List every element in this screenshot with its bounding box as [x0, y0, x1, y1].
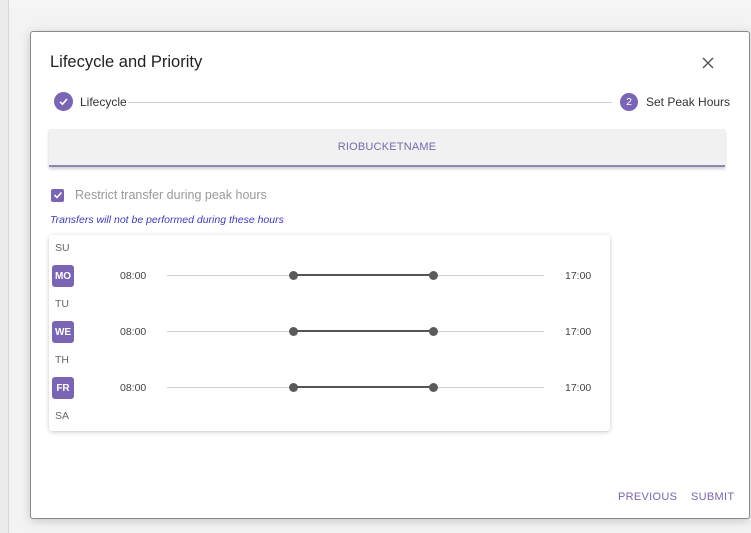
restrict-checkbox[interactable]	[51, 188, 64, 202]
day-badge-we[interactable]: WE	[52, 321, 74, 343]
slider-start-handle-mo[interactable]	[289, 271, 298, 280]
end-time-fr: 17:00	[565, 382, 592, 394]
slider-end-handle-we[interactable]	[429, 327, 438, 336]
day-row-fr: FR 08:00 17:00	[49, 377, 610, 399]
end-time-mo: 17:00	[565, 270, 592, 282]
schedule-card: SU MO 08:00 17:00 TU WE 08:00 17:00 TH F…	[49, 235, 610, 431]
start-time-we: 08:00	[120, 326, 147, 338]
time-slider-mo[interactable]	[167, 271, 544, 280]
start-time-mo: 08:00	[120, 270, 147, 282]
slider-end-handle-mo[interactable]	[429, 271, 438, 280]
day-row-th: TH	[49, 350, 610, 372]
day-badge-fr[interactable]: FR	[52, 377, 74, 399]
slider-start-handle-we[interactable]	[289, 327, 298, 336]
restrict-peak-hours-toggle[interactable]: Restrict transfer during peak hours	[51, 188, 267, 202]
close-button[interactable]	[695, 50, 721, 76]
end-time-we: 17:00	[565, 326, 592, 338]
day-row-we: WE 08:00 17:00	[49, 321, 610, 343]
close-icon	[702, 57, 714, 69]
dialog-title: Lifecycle and Priority	[50, 53, 203, 71]
stepper-connector	[128, 102, 612, 103]
time-slider-we[interactable]	[167, 327, 544, 336]
day-row-sa: SA	[49, 406, 610, 428]
start-time-fr: 08:00	[120, 382, 147, 394]
day-badge-mo[interactable]: MO	[52, 265, 74, 287]
step-lifecycle-check-icon	[54, 92, 73, 111]
tab-bucket[interactable]: RIOBUCKETNAME	[49, 129, 725, 167]
day-row-tu: TU	[49, 294, 610, 316]
day-label-su[interactable]: SU	[55, 242, 70, 254]
slider-range-fr	[293, 386, 433, 388]
peak-hours-hint: Transfers will not be performed during t…	[50, 214, 284, 226]
background-left	[0, 0, 9, 533]
lifecycle-dialog: Lifecycle and Priority Lifecycle 2 Set P…	[30, 31, 750, 519]
slider-end-handle-fr[interactable]	[429, 383, 438, 392]
step-peak-hours-label: Set Peak Hours	[646, 95, 731, 109]
day-label-th[interactable]: TH	[55, 354, 69, 366]
step-peak-hours-number: 2	[620, 93, 638, 111]
day-row-su: SU	[49, 238, 610, 260]
background-top	[0, 0, 751, 8]
checkmark-icon	[53, 191, 62, 199]
slider-range-mo	[293, 274, 433, 276]
restrict-label: Restrict transfer during peak hours	[75, 188, 267, 202]
previous-button[interactable]: PREVIOUS	[618, 491, 677, 503]
step-lifecycle-label: Lifecycle	[80, 95, 127, 109]
slider-start-handle-fr[interactable]	[289, 383, 298, 392]
time-slider-fr[interactable]	[167, 383, 544, 392]
day-label-sa[interactable]: SA	[55, 410, 69, 422]
slider-range-we	[293, 330, 433, 332]
day-row-mo: MO 08:00 17:00	[49, 265, 610, 287]
submit-button[interactable]: SUBMIT	[691, 491, 734, 503]
check-icon	[59, 98, 68, 106]
day-label-tu[interactable]: TU	[55, 298, 69, 310]
